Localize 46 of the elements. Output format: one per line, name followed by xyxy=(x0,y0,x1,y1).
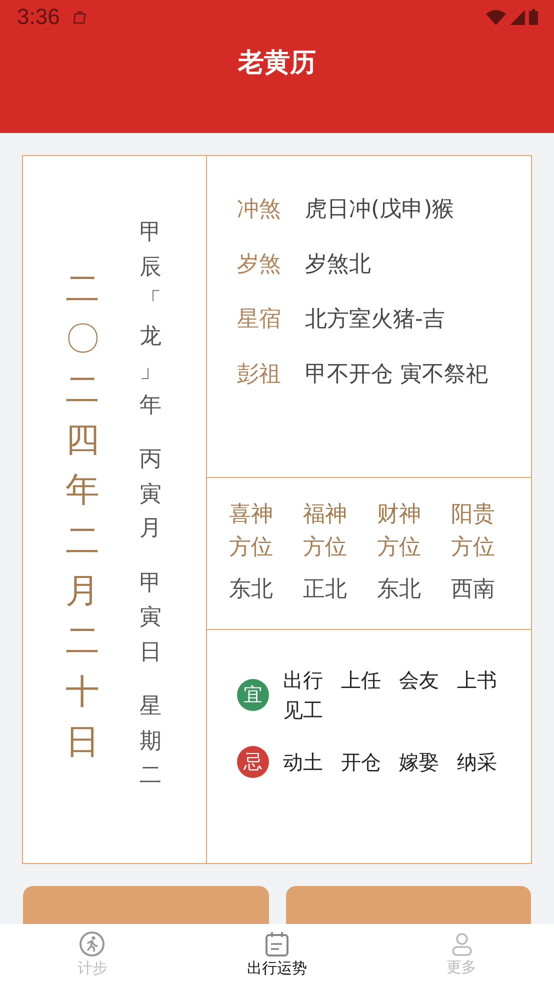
lunar-date-text: 甲寅日 xyxy=(138,570,162,667)
lunar-date-text: 甲辰「龙」年 xyxy=(138,219,162,420)
wifi-icon xyxy=(486,10,506,24)
detail-label: 星宿 xyxy=(237,306,281,334)
direction-label: 财神方位 xyxy=(377,501,422,562)
app-title: 老黄历 xyxy=(236,47,317,80)
activity-text: 动土 xyxy=(283,750,323,774)
notification-icon xyxy=(72,9,88,25)
lunar-date-text: 星期二 xyxy=(138,693,162,790)
person-icon xyxy=(450,932,473,956)
activity-text: 纳采 xyxy=(457,750,497,774)
activity-text: 出行 xyxy=(283,668,323,692)
direction-value: 东北 xyxy=(377,576,422,604)
nav-tab[interactable]: 出行运势 xyxy=(184,924,370,984)
activity-text: 会友 xyxy=(399,668,439,692)
advice-badge: 宜 xyxy=(237,679,269,711)
direction-value: 正北 xyxy=(303,576,348,604)
lunar-date-text: 丙寅月 xyxy=(138,446,162,544)
detail-label: 岁煞 xyxy=(237,251,281,279)
detail-value: 甲不开仓 寅不祭祀 xyxy=(305,361,488,389)
activity-text: 开仓 xyxy=(341,750,381,774)
solar-date: 二〇二四年二月二十日 xyxy=(65,268,100,764)
runner-icon xyxy=(79,930,106,956)
direction-label: 喜神方位 xyxy=(229,501,274,562)
nav-tab[interactable]: 更多 xyxy=(369,924,554,984)
detail-value: 虎日冲(戊申)猴 xyxy=(305,196,454,224)
direction-value: 东北 xyxy=(229,576,274,604)
nav-tab[interactable]: 计步 xyxy=(0,924,185,984)
detail-label: 冲煞 xyxy=(237,196,281,224)
direction-value: 西南 xyxy=(451,576,496,604)
activity-text: 上任 xyxy=(341,668,381,692)
signal-icon xyxy=(510,10,525,24)
detail-value: 岁煞北 xyxy=(305,251,371,279)
previous-page-button[interactable] xyxy=(23,886,268,925)
activity-text: 见工 xyxy=(283,698,323,722)
direction-label: 阳贵方位 xyxy=(451,501,496,562)
advice-badge: 忌 xyxy=(237,746,269,778)
activity-text: 嫁娶 xyxy=(399,750,439,774)
detail-value: 北方室火猪-吉 xyxy=(305,306,445,334)
activity-text: 上书 xyxy=(457,668,497,692)
direction-label: 福神方位 xyxy=(303,501,348,562)
status-time: 3:36 xyxy=(17,4,60,30)
next-page-button[interactable] xyxy=(286,886,531,925)
detail-label: 彭祖 xyxy=(237,361,281,389)
calendar-icon xyxy=(265,930,289,956)
battery-icon xyxy=(529,9,538,25)
